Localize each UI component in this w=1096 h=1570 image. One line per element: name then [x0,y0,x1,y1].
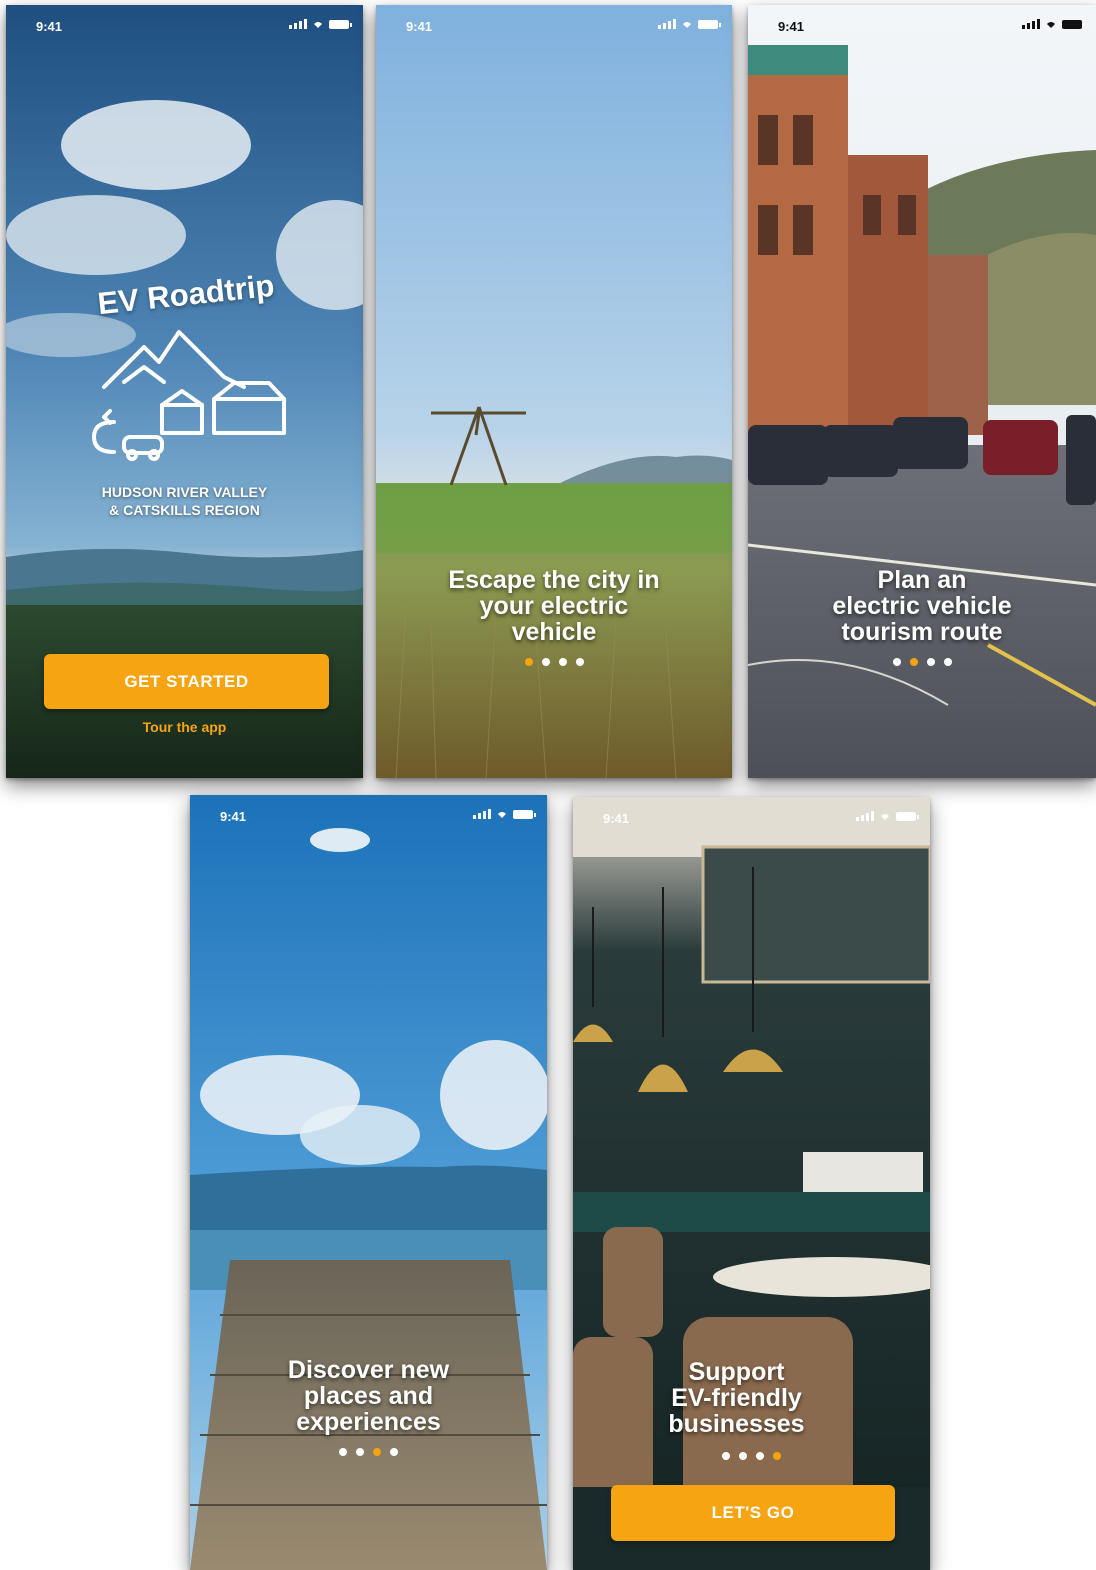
status-bar: 9:41 [6,5,363,45]
page-dot[interactable] [575,658,584,666]
signal-icon [856,810,874,821]
headline-line: Discover new [287,1356,450,1384]
page-indicator[interactable] [573,1452,930,1460]
headline-line: Escape the city in [448,566,660,594]
lets-go-button[interactable]: LET'S GO [611,1485,895,1541]
page-dot[interactable] [943,658,952,666]
headline: Discover new places and experiences [190,1357,547,1435]
signal-icon [658,18,676,29]
headline-line: Plan an [877,566,967,594]
headline-line: electric vehicle [832,592,1012,620]
headline-line: businesses [668,1410,805,1438]
page-dot[interactable] [541,658,550,666]
page-dot[interactable] [892,658,901,666]
status-time: 9:41 [220,809,247,824]
headline-line: experiences [296,1408,441,1436]
page-dot[interactable] [773,1452,781,1460]
tour-app-link[interactable]: Tour the app [6,719,363,735]
wifi-icon [683,22,691,28]
headline-line: Support [688,1358,785,1386]
screen-onboarding-3: 9:41 Discover new places and experiences [190,795,547,1570]
status-time: 9:41 [406,19,433,34]
page-dot[interactable] [739,1452,747,1460]
page-dot[interactable] [722,1452,730,1460]
wifi-icon [314,22,322,28]
app-logo-icon [92,330,286,461]
page-dot[interactable] [339,1448,347,1456]
headline-line: vehicle [511,618,597,646]
battery-icon [329,20,352,29]
region-line-2: & CATSKILLS REGION [109,502,260,518]
signal-icon [289,18,307,29]
battery-icon [698,20,721,29]
region-subtitle: HUDSON RIVER VALLEY & CATSKILLS REGION [6,483,363,519]
page-dot[interactable] [390,1448,398,1456]
headline-line: EV-friendly [671,1384,802,1412]
battery-icon [513,810,536,819]
signal-icon [1022,18,1040,29]
battery-icon [896,812,919,821]
status-bar: 9:41 [190,795,547,835]
headline: Support EV-friendly businesses [573,1359,930,1437]
status-time: 9:41 [603,811,630,826]
signal-icon [473,808,491,819]
page-dot[interactable] [373,1448,381,1456]
screen-onboarding-1: 9:41 Escape the city in your electric ve… [376,5,732,778]
page-indicator[interactable] [190,1448,547,1456]
status-time: 9:41 [778,19,805,34]
screen-splash: 9:41 EV Roadtrip HUDSON RIVER VALLEY & C… [6,5,363,778]
page-indicator[interactable] [748,658,1096,666]
headline: Plan an electric vehicle tourism route [748,567,1096,645]
wifi-icon [881,814,889,820]
headline-line: your electric [479,592,629,620]
headline: Escape the city in your electric vehicle [376,567,732,645]
page-dot[interactable] [909,658,918,666]
status-bar: 9:41 [376,5,732,45]
region-line-1: HUDSON RIVER VALLEY [101,484,268,500]
status-time: 9:41 [36,19,63,34]
headline-line: tourism route [841,618,1003,646]
page-indicator[interactable] [376,658,732,666]
screen-onboarding-2: 9:41 Plan an electric vehicle tourism ro… [748,5,1096,778]
wifi-icon [1047,22,1055,28]
page-dot[interactable] [524,658,533,666]
page-dot[interactable] [756,1452,764,1460]
page-dot[interactable] [558,658,567,666]
status-bar: 9:41 [573,797,930,837]
page-dot[interactable] [356,1448,364,1456]
status-bar: 9:41 [748,5,1096,45]
headline-line: places and [303,1382,434,1410]
screen-onboarding-4: 9:41 Support EV-friendly businesses LET'… [573,797,930,1570]
battery-icon [1062,20,1085,29]
wifi-icon [498,812,506,818]
get-started-button[interactable]: GET STARTED [44,654,329,709]
page-dot[interactable] [926,658,935,666]
